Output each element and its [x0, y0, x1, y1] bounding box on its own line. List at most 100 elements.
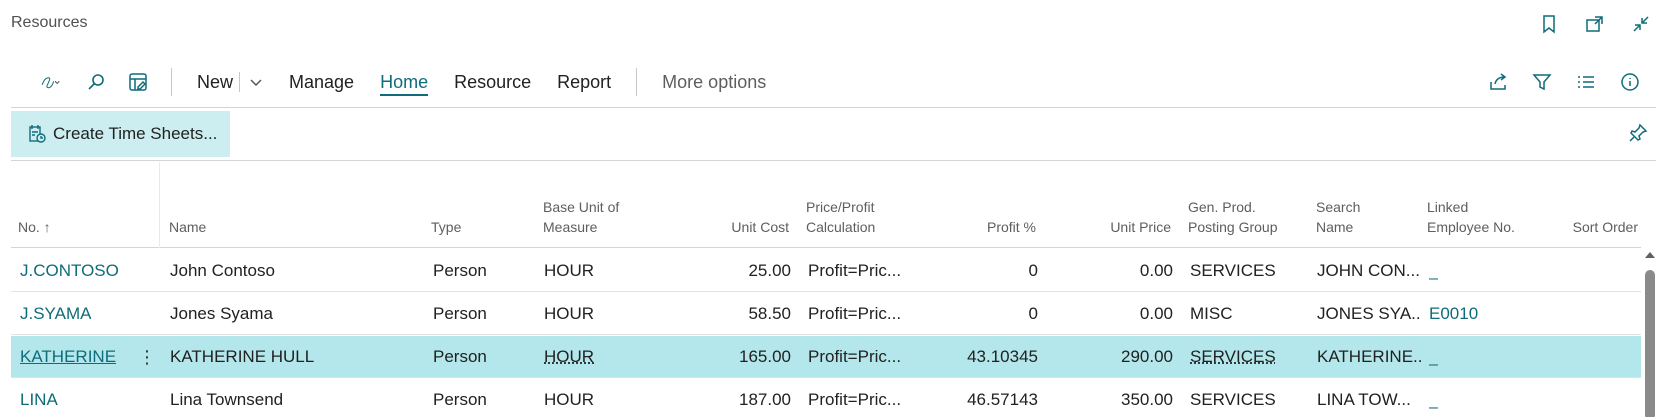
- cell-unit-price: 350.00: [1121, 390, 1173, 409]
- open-new-window-icon[interactable]: [1579, 10, 1611, 38]
- cell-unit-cost: 187.00: [739, 390, 791, 409]
- bookmark-icon[interactable]: [1533, 10, 1565, 38]
- title-actions: [1533, 10, 1657, 38]
- col-header-no[interactable]: No. ↑: [18, 217, 51, 237]
- vertical-scrollbar[interactable]: [1644, 250, 1656, 417]
- search-icon[interactable]: [75, 67, 117, 97]
- cell-name: KATHERINE HULL: [170, 347, 315, 366]
- manage-menu[interactable]: Manage: [276, 67, 367, 97]
- cell-price-calc: Profit=Pric...: [808, 304, 902, 323]
- create-time-sheets-label: Create Time Sheets...: [53, 124, 218, 143]
- cell-search-name: KATHERINE...: [1317, 347, 1422, 366]
- separator: [171, 68, 172, 96]
- cell-unit-price: 0.00: [1139, 304, 1173, 323]
- col-header-base-unit-line1: Base Unit of: [543, 199, 620, 215]
- cell-price-calc: Profit=Pric...: [808, 390, 902, 409]
- cell-unit-cost: 58.50: [748, 304, 791, 323]
- home-tab[interactable]: Home: [367, 67, 441, 97]
- col-header-gen-prod[interactable]: Gen. Prod. Posting Group: [1188, 197, 1278, 237]
- cell-no[interactable]: KATHERINE: [20, 336, 116, 378]
- col-header-unit-cost[interactable]: Unit Cost: [671, 217, 789, 237]
- create-time-sheets-button[interactable]: Create Time Sheets...: [11, 111, 230, 157]
- cell-uom[interactable]: HOUR: [544, 336, 594, 378]
- scroll-up-arrow-icon[interactable]: [1645, 252, 1655, 258]
- cell-unit-price: 290.00: [1121, 347, 1173, 366]
- col-header-price-calc[interactable]: Price/Profit Calculation: [806, 197, 875, 237]
- cell-unit-price: 0.00: [1139, 261, 1173, 280]
- cell-search-name: JOHN CON...: [1317, 261, 1420, 280]
- cell-linked-employee[interactable]: _: [1429, 336, 1438, 378]
- col-header-profit-pct[interactable]: Profit %: [921, 217, 1036, 237]
- cell-search-name: LINA TOW...: [1317, 390, 1411, 409]
- cell-linked-employee[interactable]: _: [1429, 250, 1438, 292]
- edit-list-icon[interactable]: [117, 67, 159, 97]
- cell-gen-prod: MISC: [1190, 304, 1233, 323]
- cell-no[interactable]: J.CONTOSO: [20, 250, 119, 292]
- table-row-selected[interactable]: KATHERINE ⋮ KATHERINE HULL Person HOUR 1…: [11, 336, 1641, 378]
- col-header-search-name[interactable]: Search Name: [1316, 197, 1360, 237]
- cell-linked-employee[interactable]: _: [1429, 379, 1438, 417]
- col-header-price-calc-line2: Calculation: [806, 219, 876, 235]
- cell-no[interactable]: LINA: [20, 379, 58, 417]
- row-actions-menu[interactable]: ⋮: [138, 336, 156, 378]
- promoted-actions-bar: Create Time Sheets...: [11, 109, 1656, 161]
- info-icon[interactable]: [1612, 67, 1648, 97]
- col-header-base-unit-line2: Measure: [543, 219, 598, 235]
- cell-unit-cost: 165.00: [739, 347, 791, 366]
- col-header-type[interactable]: Type: [431, 217, 461, 237]
- pin-icon[interactable]: [1628, 123, 1652, 147]
- list-view-icon[interactable]: [1568, 67, 1604, 97]
- table-row[interactable]: J.CONTOSO John Contoso Person HOUR 25.00…: [11, 250, 1641, 292]
- col-header-base-unit[interactable]: Base Unit of Measure: [543, 197, 619, 237]
- split-divider: [239, 72, 241, 92]
- col-header-name[interactable]: Name: [169, 217, 206, 237]
- col-header-linked-employee[interactable]: Linked Employee No.: [1427, 197, 1515, 237]
- col-header-gen-prod-line2: Posting Group: [1188, 219, 1278, 235]
- title-bar: Resources: [0, 0, 1667, 58]
- new-button[interactable]: New: [184, 67, 239, 97]
- filter-icon[interactable]: [1524, 67, 1560, 97]
- separator: [636, 68, 638, 96]
- more-options-button[interactable]: More options: [649, 67, 779, 97]
- cell-gen-prod: SERVICES: [1190, 390, 1276, 409]
- table-row[interactable]: J.SYAMA Jones Syama Person HOUR 58.50 Pr…: [11, 293, 1641, 335]
- col-header-sort-order[interactable]: Sort Order: [1551, 217, 1638, 237]
- home-tab-label: Home: [380, 72, 429, 96]
- cell-type: Person: [433, 390, 487, 409]
- grid-header: No. ↑ Name Type Base Unit of Measure Uni…: [11, 162, 1641, 248]
- cell-profit-pct: 0: [1028, 304, 1038, 323]
- cell-profit-pct: 43.10345: [967, 347, 1038, 366]
- share-icon[interactable]: [1480, 67, 1516, 97]
- cell-uom: HOUR: [544, 261, 595, 280]
- cell-no[interactable]: J.SYAMA: [20, 293, 91, 335]
- time-sheet-icon: [29, 125, 46, 143]
- chevron-down-icon[interactable]: [244, 67, 268, 97]
- cell-name: Jones Syama: [170, 304, 273, 323]
- cell-profit-pct: 46.57143: [967, 390, 1038, 409]
- report-menu[interactable]: Report: [544, 67, 624, 97]
- scroll-thumb[interactable]: [1645, 270, 1655, 417]
- cell-type: Person: [433, 347, 487, 366]
- action-bar: New Manage Home Resource Report More opt…: [11, 58, 1656, 108]
- col-header-unit-price[interactable]: Unit Price: [1051, 217, 1171, 237]
- collapse-icon[interactable]: [1625, 10, 1657, 38]
- cell-unit-cost: 25.00: [748, 261, 791, 280]
- table-row[interactable]: LINA Lina Townsend Person HOUR 187.00 Pr…: [11, 379, 1641, 417]
- cell-name: Lina Townsend: [170, 390, 284, 409]
- cell-search-name: JONES SYA...: [1317, 304, 1422, 323]
- page-title: Resources: [11, 14, 88, 31]
- copilot-icon[interactable]: [25, 67, 75, 97]
- col-header-search-line1: Search: [1316, 199, 1361, 215]
- cell-price-calc: Profit=Pric...: [808, 261, 902, 280]
- cell-gen-prod[interactable]: SERVICES: [1190, 336, 1276, 378]
- cell-linked-employee[interactable]: E0010: [1429, 293, 1478, 335]
- cell-uom: HOUR: [544, 304, 595, 323]
- cell-type: Person: [433, 304, 487, 323]
- cell-type: Person: [433, 261, 487, 280]
- col-header-price-calc-line1: Price/Profit: [806, 199, 875, 215]
- cell-price-calc: Profit=Pric...: [808, 347, 902, 366]
- col-header-gen-prod-line1: Gen. Prod.: [1188, 199, 1256, 215]
- col-header-linked-line1: Linked: [1427, 199, 1469, 215]
- resource-menu[interactable]: Resource: [441, 67, 544, 97]
- col-header-search-line2: Name: [1316, 219, 1354, 235]
